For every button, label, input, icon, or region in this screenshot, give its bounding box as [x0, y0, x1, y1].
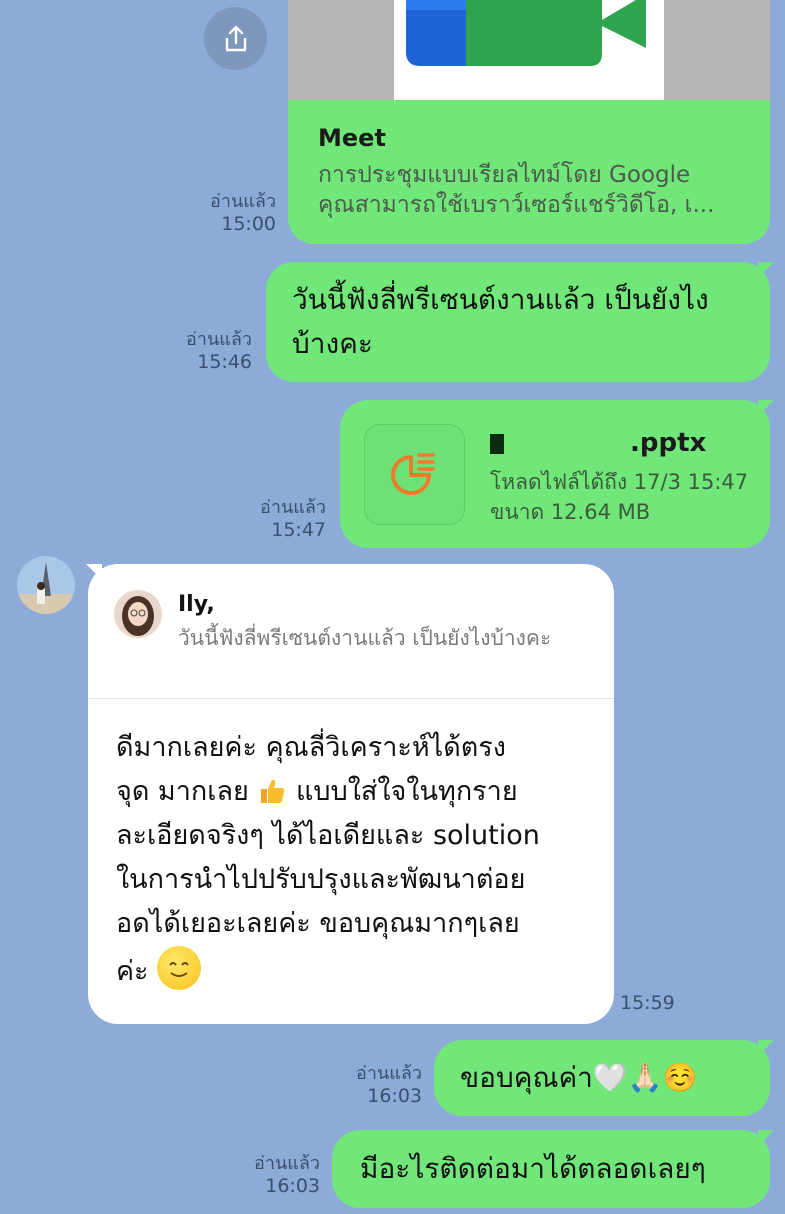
read-status: อ่านแล้ว: [254, 1153, 320, 1174]
share-upload-icon: [225, 25, 246, 51]
redacted-filename: [490, 433, 630, 454]
quote-divider: [88, 698, 614, 699]
message-text: ขอบคุณค่า🤍🙏🏻☺️: [460, 1061, 698, 1094]
message-time: 15:00: [221, 213, 276, 235]
link-preview-card[interactable]: Meet การประชุมแบบเรียลไทม์โดย Google คุณ…: [288, 0, 770, 244]
message-text: มีอะไรติดต่อมาได้ตลอดเลยๆ: [360, 1152, 706, 1185]
message-meta: อ่านแล้ว 15:46: [156, 328, 252, 374]
message-text-line: บ้างคะ: [292, 327, 373, 360]
link-preview-thumbnail: [288, 0, 770, 100]
presentation-file-icon[interactable]: [364, 424, 465, 525]
message-text-line: อดได้เยอะเลยค่ะ ขอบคุณมากๆเลย: [116, 908, 520, 939]
message-meta: 15:59: [620, 992, 680, 1015]
message-text-line: วันนี้ฟังลี่พรีเซนต์งานแล้ว เป็นยังไง: [292, 283, 709, 316]
message-meta: อ่านแล้ว 15:00: [180, 190, 276, 236]
message-text-line: ละเอียดจริงๆ ได้ไอเดียและ solution: [116, 820, 540, 851]
read-status: อ่านแล้ว: [186, 329, 252, 350]
read-status: อ่านแล้ว: [260, 497, 326, 518]
sent-message-bubble[interactable]: ขอบคุณค่า🤍🙏🏻☺️: [434, 1040, 770, 1116]
smiling-face-emoji-icon: [157, 946, 202, 990]
message-meta: อ่านแล้ว 16:03: [224, 1152, 320, 1198]
message-text: วันนี้ฟังลี่พรีเซนต์งานแล้ว เป็นยังไง บ้…: [292, 278, 709, 366]
quoted-sender-name: Ily,: [178, 592, 215, 617]
message-time: 15:46: [197, 351, 252, 373]
sent-message-bubble[interactable]: วันนี้ฟังลี่พรีเซนต์งานแล้ว เป็นยังไง บ้…: [266, 262, 770, 382]
message-text-line: จุด มากเลย แบบใส่ใจในทุกราย: [116, 776, 518, 807]
received-message-bubble[interactable]: Ily, วันนี้ฟังลี่พรีเซนต์งานแล้ว เป็นยัง…: [88, 564, 614, 1024]
message-meta: อ่านแล้ว 16:03: [326, 1062, 422, 1108]
read-status: อ่านแล้ว: [210, 191, 276, 212]
google-meet-logo: [406, 0, 646, 66]
message-time: 16:03: [367, 1085, 422, 1107]
quoted-message-text: วันนี้ฟังลี่พรีเซนต์งานแล้ว เป็นยังไงบ้า…: [178, 626, 552, 650]
link-description: การประชุมแบบเรียลไทม์โดย Google คุณสามาร…: [318, 160, 714, 220]
thumbs-up-emoji-icon: [261, 779, 285, 803]
message-meta: อ่านแล้ว 15:47: [230, 496, 326, 542]
message-time: 16:03: [265, 1175, 320, 1197]
sent-message-bubble[interactable]: มีอะไรติดต่อมาได้ตลอดเลยๆ: [332, 1130, 770, 1208]
message-text-line: ในการนำไปปรับปรุงและพัฒนาต่อย: [116, 864, 526, 895]
message-time: 15:47: [271, 519, 326, 541]
message-text-line: ดีมากเลยค่ะ คุณลี่วิเคราะห์ได้ตรง: [116, 732, 506, 763]
link-description-line: คุณสามารถใช้เบราว์เซอร์แชร์วิดีโอ, เ...: [318, 192, 715, 218]
contact-avatar[interactable]: [17, 556, 75, 614]
quoted-sender-avatar: [114, 590, 162, 638]
heart-pray-smile-emoji-icon: 🤍🙏🏻☺️: [592, 1061, 698, 1094]
message-text-line: ค่ะ: [116, 946, 596, 994]
message-text: ดีมากเลยค่ะ คุณลี่วิเคราะห์ได้ตรง จุด มา…: [116, 726, 596, 994]
read-status: อ่านแล้ว: [356, 1063, 422, 1084]
link-description-line: การประชุมแบบเรียลไทม์โดย Google: [318, 162, 691, 188]
message-time: 15:59: [620, 992, 675, 1014]
link-title: Meet: [318, 124, 386, 152]
file-name: .pptx: [490, 428, 706, 458]
file-size: ขนาด 12.64 MB: [490, 500, 651, 524]
share-button[interactable]: [204, 7, 267, 70]
file-expiry: โหลดไฟล์ได้ถึง 17/3 15:47: [490, 470, 749, 494]
